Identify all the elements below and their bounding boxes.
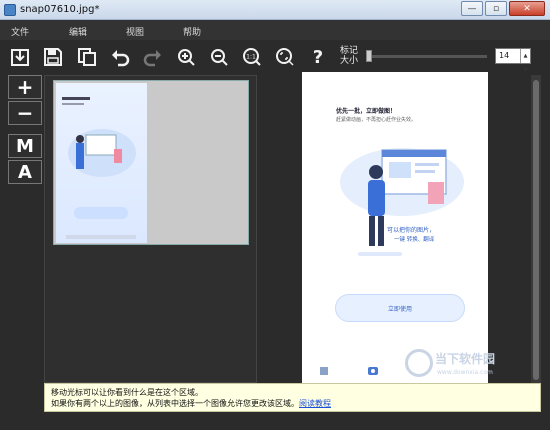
mark-size-spinbox[interactable]: 14 ▲ ▼: [495, 48, 531, 73]
menu-help[interactable]: 帮助: [183, 25, 201, 38]
info-bar: 移动光标可以让你看到什么是在这个区域。 如果你有两个以上的图像，从列表中选择一个…: [44, 383, 541, 412]
undo-icon[interactable]: [109, 46, 131, 68]
scrollbar-thumb[interactable]: [533, 80, 539, 380]
zoom-in-icon[interactable]: [175, 46, 197, 68]
remove-mark-button[interactable]: −: [8, 101, 42, 125]
thumbnail-panel: [44, 75, 257, 383]
help-icon[interactable]: ?: [307, 46, 329, 68]
add-mark-button[interactable]: +: [8, 75, 42, 99]
window-title: snap07610.jpg*: [20, 4, 100, 15]
save-icon[interactable]: [42, 46, 64, 68]
watermark-logo: [405, 349, 433, 377]
slogan-line1: 可以把你的图片，: [387, 227, 436, 234]
mark-size-slider-thumb[interactable]: [366, 50, 373, 62]
mark-size-value: 14: [499, 51, 510, 60]
preview-image[interactable]: 优先一批，立即做图！ 赶紧做动画，不再担心赶作业失效。 可以把你的图片， 一键 …: [302, 72, 488, 384]
actual-size-icon[interactable]: 1:1: [241, 46, 263, 68]
spin-arrows[interactable]: ▲ ▼: [520, 49, 530, 73]
thumbnail-item[interactable]: [53, 80, 249, 245]
m-tool-button[interactable]: M: [8, 134, 42, 158]
slogan-line2: 一键 转换、翻译: [394, 237, 435, 243]
title-bar: snap07610.jpg* — ▫ ✕: [0, 0, 550, 20]
mark-size-label: 标记 大小: [340, 46, 359, 66]
import-icon[interactable]: [9, 46, 31, 68]
redo-icon[interactable]: [142, 46, 164, 68]
close-button[interactable]: ✕: [509, 1, 545, 16]
copy-icon[interactable]: [76, 46, 98, 68]
illustration: [340, 148, 464, 256]
nav-gallery-icon: [320, 367, 328, 375]
fit-window-icon[interactable]: [274, 46, 296, 68]
mark-size-slider-track[interactable]: [367, 55, 487, 58]
spin-up-icon[interactable]: ▲: [524, 49, 528, 63]
preview-headline: 优先一批，立即做图！: [336, 108, 397, 115]
menu-view[interactable]: 视图: [126, 25, 144, 38]
zoom-out-icon[interactable]: [208, 46, 230, 68]
preview-subline: 赶紧做动画，不再担心赶作业失效。: [336, 117, 417, 123]
minimize-button[interactable]: —: [461, 1, 483, 16]
a-tool-button[interactable]: A: [8, 160, 42, 184]
maximize-button[interactable]: ▫: [485, 1, 507, 16]
app-icon: [4, 3, 16, 16]
watermark-url: www.downxia.com: [437, 369, 493, 376]
thumbnail-image: [56, 83, 147, 243]
svg-text:1:1: 1:1: [246, 54, 256, 61]
preview-panel: 优先一批，立即做图！ 赶紧做动画，不再担心赶作业失效。 可以把你的图片， 一键 …: [260, 72, 530, 384]
menu-bar: 文件 编辑 视图 帮助: [0, 20, 550, 40]
use-now-button: 立即使用: [335, 294, 465, 322]
window-controls: — ▫ ✕: [461, 1, 545, 16]
info-line2: 如果你有两个以上的图像，从列表中选择一个图像允许您更改该区域。阅读教程: [51, 399, 331, 408]
menu-edit[interactable]: 编辑: [69, 25, 87, 38]
watermark-text: 当下软件园: [435, 352, 496, 366]
info-line1: 移动光标可以让你看到什么是在这个区域。: [51, 388, 203, 397]
menu-file[interactable]: 文件: [11, 25, 29, 38]
read-tutorial-link[interactable]: 阅读教程: [299, 399, 331, 408]
